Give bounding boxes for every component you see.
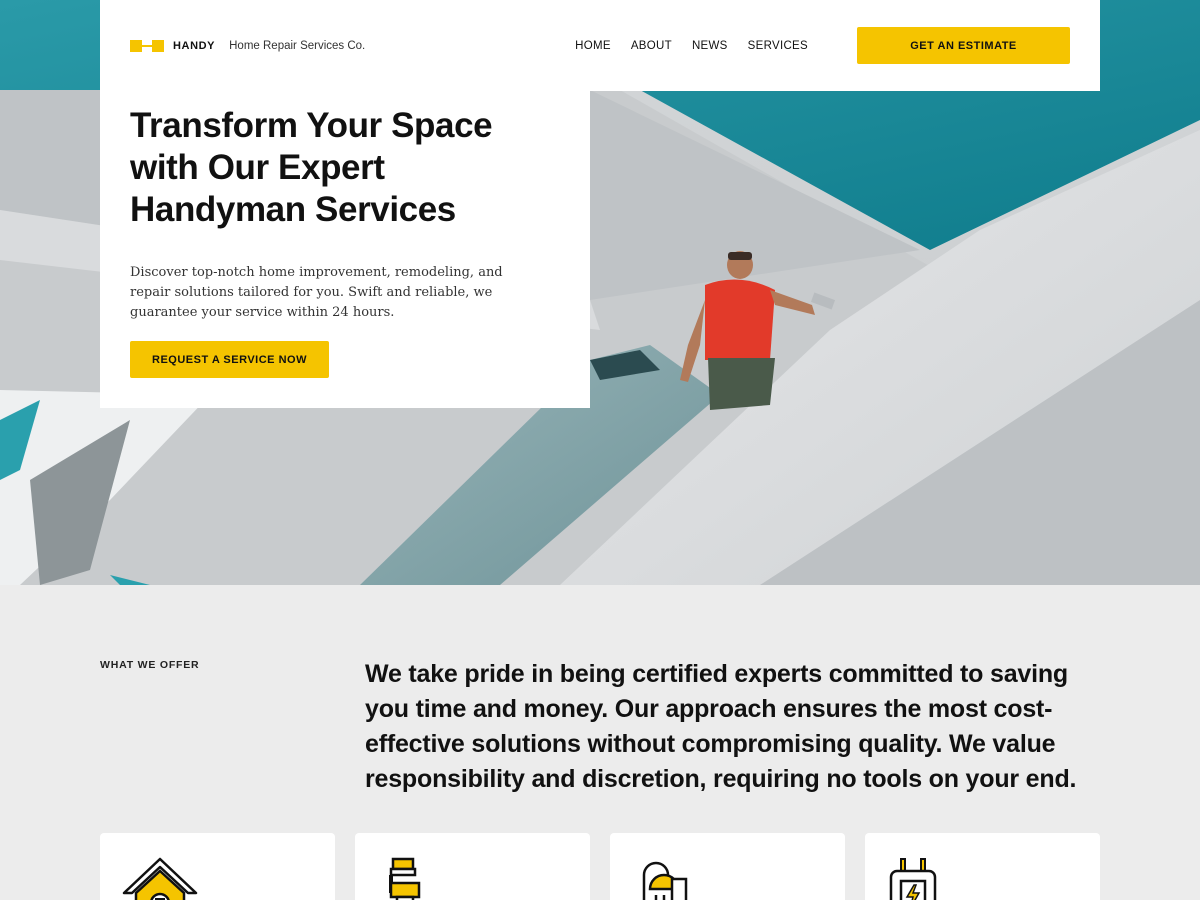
request-service-button[interactable]: REQUEST A SERVICE NOW [130, 341, 329, 378]
brand[interactable]: HANDY Home Repair Services Co. [130, 39, 366, 52]
service-card[interactable] [355, 833, 590, 900]
top-navbar: HANDY Home Repair Services Co. HOME ABOU… [100, 0, 1100, 91]
brand-tagline: Home Repair Services Co. [229, 39, 366, 52]
service-card[interactable] [610, 833, 845, 900]
nav-about[interactable]: ABOUT [631, 40, 672, 52]
nav-home[interactable]: HOME [575, 40, 611, 52]
hero-title-line: Handyman Services [130, 190, 456, 229]
offer-statement: We take pride in being certified experts… [365, 660, 1077, 793]
service-card[interactable] [865, 833, 1100, 900]
brand-name: HANDY [173, 39, 216, 52]
hero-card: Transform Your Space with Our Expert Han… [100, 91, 590, 408]
hero-description: Discover top-notch home improvement, rem… [130, 265, 503, 320]
paint-roller-icon [389, 857, 421, 900]
main-nav: HOME ABOUT NEWS SERVICES [575, 40, 808, 52]
hero-title: Transform Your Space with Our Expert Han… [130, 105, 560, 231]
logo-icon [130, 39, 164, 52]
nav-news[interactable]: NEWS [692, 40, 728, 52]
shower-icon [642, 861, 688, 900]
house-wrench-icon [122, 857, 198, 900]
service-cards [100, 833, 1100, 900]
hero-title-line: Transform Your Space [130, 106, 493, 145]
section-label: WHAT WE OFFER [100, 659, 200, 671]
hero-title-line: with Our Expert [130, 148, 385, 187]
service-card[interactable] [100, 833, 335, 900]
electric-outlet-icon [889, 858, 937, 900]
nav-services[interactable]: SERVICES [748, 40, 808, 52]
get-estimate-button[interactable]: GET AN ESTIMATE [857, 27, 1070, 64]
